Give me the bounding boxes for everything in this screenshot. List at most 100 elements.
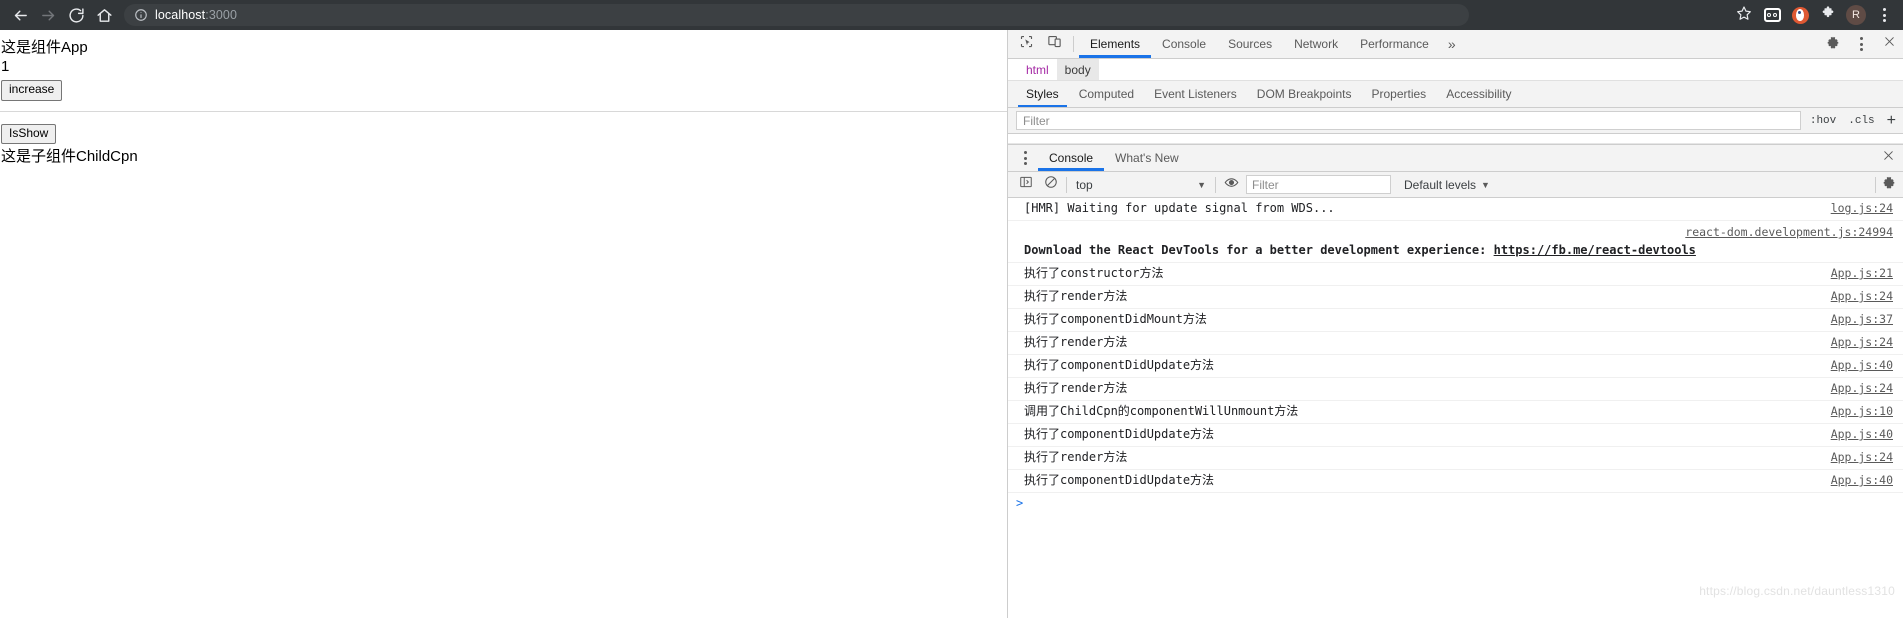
duckduckgo-extension-button[interactable]	[1787, 2, 1813, 28]
console-message-source[interactable]: App.js:24	[1831, 334, 1899, 351]
log-levels-label: Default levels	[1404, 177, 1477, 192]
increase-button[interactable]: increase	[1, 80, 63, 101]
console-message[interactable]: react-dom.development.js:24994 Download …	[1008, 221, 1903, 263]
console-message-source[interactable]: App.js:40	[1831, 426, 1899, 443]
device-toolbar-icon	[1047, 34, 1062, 54]
isshow-button[interactable]: IsShow	[1, 123, 57, 144]
styles-filter-input[interactable]: Filter	[1016, 111, 1801, 130]
cls-toggle-button[interactable]: .cls	[1845, 115, 1877, 127]
console-message[interactable]: 执行了componentDidUpdate方法 App.js:40	[1008, 470, 1903, 493]
devtools-close-button[interactable]	[1875, 30, 1903, 58]
styles-sidebar-tabbar: Styles Computed Event Listeners DOM Brea…	[1008, 81, 1903, 108]
toolbar-divider	[1215, 176, 1216, 193]
forward-button[interactable]	[34, 1, 62, 29]
execution-context-value: top	[1076, 177, 1093, 192]
drawer-close-button[interactable]	[1873, 145, 1903, 171]
tab-properties[interactable]: Properties	[1361, 81, 1436, 107]
tab-network[interactable]: Network	[1283, 30, 1349, 58]
tab-console[interactable]: Console	[1151, 30, 1217, 58]
child-component-text: 这是子组件ChildCpn	[1, 147, 138, 165]
console-message[interactable]: 执行了render方法 App.js:24	[1008, 286, 1903, 309]
console-message[interactable]: 执行了componentDidUpdate方法 App.js:40	[1008, 424, 1903, 447]
console-message[interactable]: 执行了render方法 App.js:24	[1008, 447, 1903, 470]
console-message-source[interactable]: log.js:24	[1831, 200, 1899, 217]
tab-styles[interactable]: Styles	[1016, 81, 1069, 107]
tab-elements[interactable]: Elements	[1079, 30, 1152, 58]
new-style-rule-button[interactable]: +	[1884, 112, 1899, 129]
console-toolbar: top ▼ Filter Default levels ▼	[1008, 172, 1903, 198]
reload-button[interactable]	[62, 1, 90, 29]
console-message[interactable]: 执行了componentDidUpdate方法 App.js:40	[1008, 355, 1903, 378]
console-message[interactable]: 执行了componentDidMount方法 App.js:37	[1008, 309, 1903, 332]
browser-action-buttons: R	[1731, 2, 1897, 28]
console-message[interactable]: 执行了constructor方法 App.js:21	[1008, 263, 1903, 286]
execution-context-select[interactable]: top ▼	[1072, 175, 1210, 195]
hov-toggle-button[interactable]: :hov	[1807, 115, 1839, 127]
address-bar[interactable]: localhost:3000	[124, 4, 1469, 26]
chrome-menu-button[interactable]	[1871, 2, 1897, 28]
log-levels-select[interactable]: Default levels ▼	[1396, 178, 1490, 192]
chevron-down-icon: ▼	[1481, 179, 1490, 190]
console-message[interactable]: 执行了render方法 App.js:24	[1008, 332, 1903, 355]
divider	[0, 110, 1007, 112]
counter-value: 1	[1, 58, 10, 76]
console-message-source[interactable]: App.js:21	[1831, 265, 1899, 282]
console-message-source[interactable]: App.js:24	[1831, 288, 1899, 305]
home-button[interactable]	[90, 1, 118, 29]
drawer-tab-console[interactable]: Console	[1038, 145, 1105, 171]
back-arrow-icon	[12, 7, 29, 24]
browser-window: localhost:3000 R 这是组件App 1 increase IsSh…	[0, 0, 1903, 618]
inspect-element-button[interactable]	[1012, 30, 1040, 58]
tab-dom-breakpoints[interactable]: DOM Breakpoints	[1247, 81, 1362, 107]
console-message-source[interactable]: App.js:40	[1831, 357, 1899, 374]
console-message-source[interactable]: App.js:24	[1831, 380, 1899, 397]
console-message-source[interactable]: App.js:37	[1831, 311, 1899, 328]
console-filter-input[interactable]: Filter	[1246, 175, 1391, 194]
console-message-source[interactable]: App.js:24	[1831, 449, 1899, 466]
star-icon	[1736, 5, 1752, 26]
profile-button[interactable]: R	[1843, 2, 1869, 28]
info-circle-icon[interactable]	[134, 8, 148, 22]
console-sidebar-icon	[1019, 175, 1033, 194]
tab-performance[interactable]: Performance	[1349, 30, 1440, 58]
styles-pane	[1008, 134, 1903, 144]
console-message-source[interactable]: App.js:40	[1831, 472, 1899, 489]
back-button[interactable]	[6, 1, 34, 29]
devtools-settings-button[interactable]	[1819, 30, 1847, 58]
device-toolbar-button[interactable]	[1040, 30, 1068, 58]
tab-event-listeners[interactable]: Event Listeners	[1144, 81, 1247, 107]
goggles-extension-button[interactable]	[1759, 2, 1785, 28]
console-message[interactable]: 执行了render方法 App.js:24	[1008, 378, 1903, 401]
drawer-tab-whats-new[interactable]: What's New	[1104, 145, 1190, 171]
console-message-text: 执行了render方法	[1024, 335, 1128, 349]
console-sidebar-button[interactable]	[1016, 175, 1036, 195]
tab-accessibility[interactable]: Accessibility	[1436, 81, 1521, 107]
tab-computed[interactable]: Computed	[1069, 81, 1144, 107]
more-tabs-button[interactable]: »	[1440, 30, 1464, 58]
console-message-source[interactable]: App.js:10	[1831, 403, 1899, 420]
console-message[interactable]: 调用了ChildCpn的componentWillUnmount方法 App.j…	[1008, 401, 1903, 424]
live-expression-button[interactable]	[1221, 175, 1241, 195]
breadcrumb-item-body[interactable]: body	[1056, 59, 1099, 80]
console-message-text: 执行了componentDidUpdate方法	[1024, 427, 1215, 441]
console-prompt[interactable]: >	[1008, 493, 1903, 513]
tab-sources[interactable]: Sources	[1217, 30, 1283, 58]
three-dot-menu-icon	[1882, 8, 1886, 22]
address-bar-url: localhost:3000	[155, 8, 238, 22]
drawer-menu-button[interactable]	[1012, 145, 1038, 171]
console-message-source[interactable]: react-dom.development.js:24994	[1685, 224, 1899, 241]
extensions-button[interactable]	[1815, 2, 1841, 28]
forward-arrow-icon	[40, 7, 57, 24]
console-settings-area	[1875, 175, 1899, 195]
clear-console-button[interactable]	[1041, 175, 1061, 195]
devtools-menu-button[interactable]	[1847, 30, 1875, 58]
console-message-list[interactable]: [HMR] Waiting for update signal from WDS…	[1008, 198, 1903, 618]
breadcrumb-item-html[interactable]: html	[1018, 59, 1057, 80]
console-settings-button[interactable]	[1879, 175, 1899, 195]
page-viewport: 这是组件App 1 increase IsShow 这是子组件ChildCpn	[0, 30, 1007, 618]
react-devtools-link[interactable]: https://fb.me/react-devtools	[1494, 243, 1696, 257]
console-message[interactable]: [HMR] Waiting for update signal from WDS…	[1008, 198, 1903, 221]
bookmark-button[interactable]	[1731, 2, 1757, 28]
prompt-caret-icon: >	[1016, 496, 1024, 510]
duckduckgo-extension-icon	[1791, 6, 1809, 24]
